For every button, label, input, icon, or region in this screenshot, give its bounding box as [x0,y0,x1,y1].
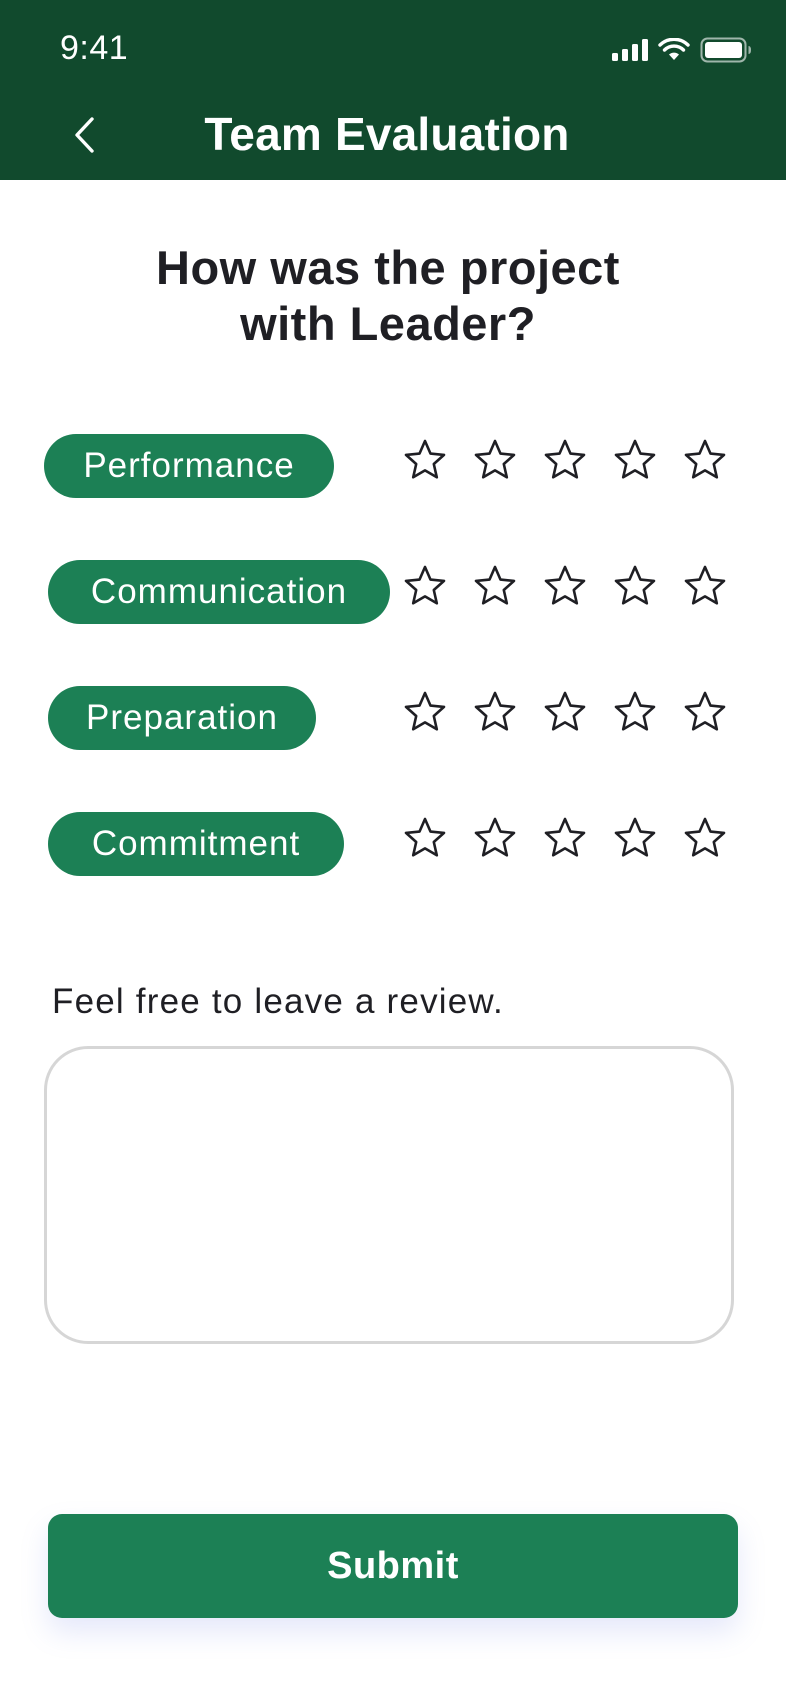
wifi-icon [658,38,690,62]
rating-row-communication: Communication [0,560,786,626]
star-icon[interactable] [543,690,587,734]
star-rating-commitment[interactable] [403,816,727,860]
star-icon[interactable] [543,564,587,608]
page-title: Team Evaluation [0,106,786,162]
star-icon[interactable] [613,564,657,608]
status-icons [612,34,752,66]
question-line-1: How was the project [156,241,620,294]
category-pill-preparation: Preparation [48,686,316,750]
star-icon[interactable] [403,816,447,860]
star-icon[interactable] [473,690,517,734]
star-icon[interactable] [403,564,447,608]
category-pill-commitment: Commitment [48,812,344,876]
rating-row-commitment: Commitment [0,812,786,878]
star-icon[interactable] [683,816,727,860]
star-icon[interactable] [473,564,517,608]
star-icon[interactable] [683,438,727,482]
star-icon[interactable] [403,438,447,482]
category-pill-performance: Performance [44,434,334,498]
star-icon[interactable] [613,690,657,734]
star-icon[interactable] [543,816,587,860]
category-pill-communication: Communication [48,560,390,624]
app-header: 9:41 Team Evaluation [0,0,786,180]
cellular-signal-icon [612,39,648,61]
star-icon[interactable] [683,564,727,608]
star-icon[interactable] [473,438,517,482]
battery-icon [700,37,752,63]
review-label: Feel free to leave a review. [52,982,504,1021]
review-textarea[interactable] [44,1046,734,1344]
question-line-2: with Leader? [240,297,536,350]
rating-row-performance: Performance [0,434,786,500]
star-rating-communication[interactable] [403,564,727,608]
star-icon[interactable] [473,816,517,860]
star-icon[interactable] [613,816,657,860]
star-icon[interactable] [403,690,447,734]
star-icon[interactable] [543,438,587,482]
star-icon[interactable] [613,438,657,482]
star-rating-performance[interactable] [403,438,727,482]
star-rating-preparation[interactable] [403,690,727,734]
star-icon[interactable] [683,690,727,734]
evaluation-question: How was the project with Leader? [0,240,786,352]
rating-row-preparation: Preparation [0,686,786,752]
status-time: 9:41 [60,29,129,67]
page-title-text: Team Evaluation [204,108,570,160]
submit-button[interactable]: Submit [48,1514,738,1618]
